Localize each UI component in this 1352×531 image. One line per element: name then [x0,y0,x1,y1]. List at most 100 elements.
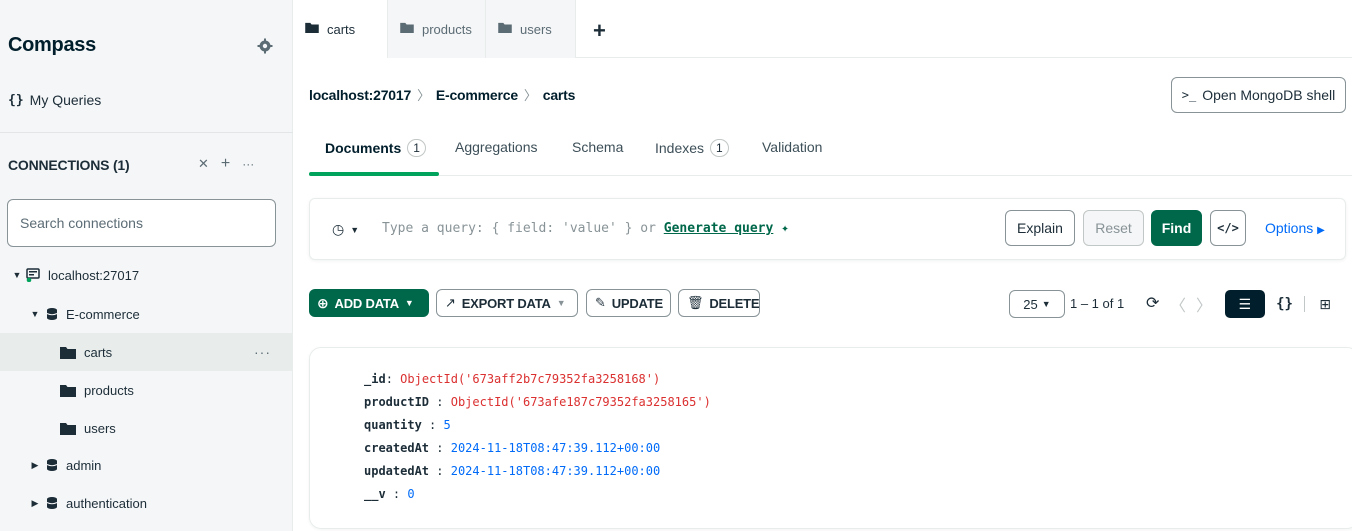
field-value: 0 [407,487,415,501]
tab-products[interactable]: products [388,0,486,58]
connection-localhost[interactable]: ▼ localhost:27017 [0,256,293,294]
tab-carts[interactable]: carts [293,0,388,58]
folder-icon [305,22,319,33]
page-size-value: 25 [1023,296,1038,312]
reset-button[interactable]: Reset [1083,210,1144,246]
field-key: __v [364,487,386,501]
collection-carts[interactable]: carts ··· [0,333,293,371]
tab-label: Indexes [655,140,705,156]
count-badge: 1 [407,139,426,157]
my-queries-link[interactable]: {} My Queries [8,92,101,108]
new-tab-plus-icon[interactable]: + [593,18,606,44]
more-options-icon[interactable]: ··· [242,157,254,171]
database-label: E-commerce [66,306,140,322]
update-button[interactable]: ✎ UPDATE [586,289,671,317]
page-size-select[interactable]: 25 ▼ [1009,290,1065,318]
caret-right-icon: ▶ [1317,225,1325,236]
pencil-icon: ✎ [595,295,606,310]
workspace-tabbar: carts products users + [293,0,1352,58]
add-data-button[interactable]: ⊕ ADD DATA ▼ [309,289,429,317]
server-icon [26,268,40,282]
database-icon [46,459,58,471]
caret-down-icon: ▼ [350,224,360,235]
my-queries-label: My Queries [29,92,102,108]
connections-actions: ✕ + ··· [198,155,254,173]
plus-circle-icon: ⊕ [317,294,329,311]
add-connection-icon[interactable]: + [221,155,230,173]
field-value: ObjectId('673afe187c79352fa3258165') [450,395,711,409]
query-history-button[interactable]: ◷ ▼ [332,221,359,238]
search-connections-input[interactable]: Search connections [7,199,276,247]
document-field: createdAt : 2024-11-18T08:47:39.112+00:0… [364,441,661,455]
add-data-label: ADD DATA [334,295,400,311]
database-admin[interactable]: ▶ admin [0,446,293,484]
tab-users[interactable]: users [486,0,576,58]
explain-button[interactable]: Explain [1005,210,1075,246]
options-label: Options [1265,220,1314,236]
tab-aggregations[interactable]: Aggregations [455,139,538,155]
field-value: 2024-11-18T08:47:39.112+00:00 [450,441,661,455]
tab-label: products [422,22,472,37]
list-view-icon[interactable]: ☰ [1225,290,1265,318]
tab-schema[interactable]: Schema [572,139,623,155]
sparkle-icon: ✦ [781,221,789,236]
database-ecommerce[interactable]: ▼ E-commerce [0,295,293,333]
caret-down-icon: ▼ [1041,299,1051,309]
tab-label: Schema [572,139,624,155]
database-authentication[interactable]: ▶ authentication [0,484,293,522]
next-page-icon[interactable]: 〉 [1196,292,1212,316]
pagination-range: 1 – 1 of 1 [1070,296,1125,311]
tab-label: Documents [325,140,402,156]
generate-query-link[interactable]: Generate query [664,221,774,236]
braces-icon: {} [8,92,24,108]
code-view-button[interactable]: </> [1210,210,1246,246]
connections-title: CONNECTIONS (1) [8,157,130,173]
collapse-all-icon[interactable]: ✕ [198,156,209,172]
field-value: 5 [443,418,451,432]
export-data-label: EXPORT DATA [461,295,551,311]
delete-label: DELETE [709,295,760,311]
caret-right-icon[interactable]: ▶ [30,460,40,471]
collection-users[interactable]: users [0,409,293,447]
table-view-icon[interactable]: ⊞ [1305,290,1345,318]
prev-page-icon[interactable]: 〈 [1170,292,1186,316]
caret-down-icon: ▼ [404,298,414,308]
caret-down-icon[interactable]: ▼ [12,270,22,280]
export-data-button[interactable]: ↗ EXPORT DATA ▼ [436,289,578,317]
gear-icon[interactable] [257,38,273,54]
find-button[interactable]: Find [1151,210,1202,246]
export-icon: ↗ [445,295,456,310]
query-bar: ◷ ▼ Type a query: { field: 'value' } or … [309,198,1346,260]
active-tab-underline [309,172,439,176]
caret-right-icon[interactable]: ▶ [30,498,40,509]
breadcrumb: localhost:27017 〉 E-commerce 〉 carts [309,85,575,104]
open-shell-label: Open MongoDB shell [1202,87,1336,103]
tab-indexes[interactable]: Indexes 1 [655,139,729,157]
breadcrumb-database[interactable]: E-commerce [436,87,518,103]
tab-documents[interactable]: Documents 1 [325,139,426,157]
delete-button[interactable]: 🗑 DELETE [678,289,760,317]
sidebar: Compass {} My Queries CONNECTIONS (1) ✕ … [0,0,293,531]
document-card[interactable]: _id: ObjectId('673aff2b7c79352fa3258168'… [309,347,1352,529]
document-field: _id: ObjectId('673aff2b7c79352fa3258168'… [364,372,661,386]
collection-products[interactable]: products [0,371,293,409]
caret-down-icon[interactable]: ▼ [30,309,40,319]
chevron-right-icon: 〉 [523,88,537,103]
json-view-icon[interactable]: {} [1265,290,1305,318]
query-input[interactable]: Type a query: { field: 'value' } or Gene… [382,221,789,236]
code-icon: </> [1217,221,1239,235]
document-field: productID : ObjectId('673afe187c79352fa3… [364,395,711,409]
tab-validation[interactable]: Validation [762,139,822,155]
more-options-icon[interactable]: ··· [254,344,271,360]
folder-icon [60,422,76,435]
open-shell-button[interactable]: >_ Open MongoDB shell [1171,77,1346,113]
field-key: createdAt [364,441,430,455]
collection-label: users [84,420,116,436]
database-icon [46,497,58,509]
collection-label: products [84,382,134,398]
refresh-icon[interactable]: ⟳ [1146,293,1159,313]
options-toggle[interactable]: Options ▶ [1265,220,1325,236]
field-key: updatedAt [364,464,430,478]
breadcrumb-host[interactable]: localhost:27017 [309,87,411,103]
tab-label: Validation [762,139,823,155]
